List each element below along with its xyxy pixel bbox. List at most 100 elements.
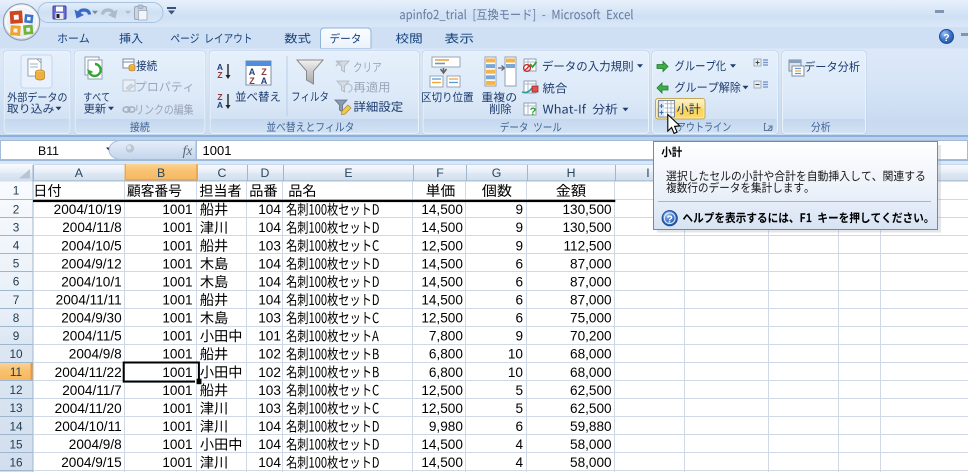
svg-text:12,500: 12,500 xyxy=(421,238,463,253)
svg-text:6: 6 xyxy=(515,419,523,434)
svg-text:87,000: 87,000 xyxy=(570,274,612,289)
svg-text:103: 103 xyxy=(258,238,281,253)
svg-text:?: ? xyxy=(943,32,949,44)
svg-text:2004/11/22: 2004/11/22 xyxy=(55,365,122,380)
svg-text:2004/10/5: 2004/10/5 xyxy=(61,238,121,253)
svg-text:F: F xyxy=(436,166,444,180)
svg-text:103: 103 xyxy=(258,401,281,416)
svg-text:104: 104 xyxy=(258,455,281,470)
svg-text:14,500: 14,500 xyxy=(421,292,463,307)
svg-text:2004/11/20: 2004/11/20 xyxy=(55,401,122,416)
svg-text:2004/9/8: 2004/9/8 xyxy=(69,347,122,362)
svg-text:2004/10/1: 2004/10/1 xyxy=(61,274,121,289)
svg-text:103: 103 xyxy=(258,383,281,398)
svg-text:E: E xyxy=(344,166,352,180)
svg-text:12,500: 12,500 xyxy=(421,311,463,326)
svg-text:A: A xyxy=(75,166,84,180)
svg-text:fx: fx xyxy=(183,143,193,158)
svg-text:6: 6 xyxy=(515,274,523,289)
svg-text:1001: 1001 xyxy=(162,238,192,253)
svg-text:6,800: 6,800 xyxy=(429,365,463,380)
svg-text:1001: 1001 xyxy=(162,311,192,326)
svg-text:D: D xyxy=(261,166,270,180)
svg-text:6: 6 xyxy=(515,256,523,271)
svg-text:B11: B11 xyxy=(38,144,59,158)
svg-text:15: 15 xyxy=(9,437,23,451)
svg-text:59,880: 59,880 xyxy=(570,419,612,434)
svg-text:9: 9 xyxy=(515,220,523,235)
svg-text:9: 9 xyxy=(515,329,523,344)
svg-text:10: 10 xyxy=(9,347,23,361)
svg-text:9: 9 xyxy=(515,202,523,217)
svg-text:6,800: 6,800 xyxy=(429,347,463,362)
svg-text:2004/11/7: 2004/11/7 xyxy=(62,383,121,398)
svg-text:2004/10/19: 2004/10/19 xyxy=(54,202,122,217)
svg-text:62,500: 62,500 xyxy=(570,383,612,398)
svg-text:Z: Z xyxy=(217,70,222,80)
svg-text:2004/9/15: 2004/9/15 xyxy=(61,455,121,470)
svg-text:104: 104 xyxy=(258,256,281,271)
svg-text:C: C xyxy=(218,166,227,180)
svg-text:6: 6 xyxy=(515,311,523,326)
svg-text:130,500: 130,500 xyxy=(562,202,612,217)
svg-text:12: 12 xyxy=(9,383,22,397)
svg-text:87,000: 87,000 xyxy=(570,256,612,271)
svg-text:5: 5 xyxy=(515,401,523,416)
svg-text:104: 104 xyxy=(258,274,281,289)
svg-text:5: 5 xyxy=(13,257,20,271)
svg-text:12,500: 12,500 xyxy=(421,383,463,398)
svg-text:1001: 1001 xyxy=(162,202,192,217)
svg-text:1001: 1001 xyxy=(162,383,192,398)
svg-text:7,800: 7,800 xyxy=(429,329,463,344)
svg-text:102: 102 xyxy=(258,347,281,362)
svg-text:10: 10 xyxy=(508,347,524,362)
svg-text:102: 102 xyxy=(258,365,281,380)
svg-text:G: G xyxy=(492,166,502,180)
svg-text:1001: 1001 xyxy=(162,329,192,344)
svg-text:104: 104 xyxy=(258,220,281,235)
svg-text:68,000: 68,000 xyxy=(570,347,612,362)
svg-text:104: 104 xyxy=(258,437,281,452)
svg-text:103: 103 xyxy=(258,311,281,326)
svg-text:6: 6 xyxy=(515,292,523,307)
svg-text:?: ? xyxy=(530,106,537,118)
svg-text:1001: 1001 xyxy=(162,220,192,235)
svg-text:2004/9/30: 2004/9/30 xyxy=(61,311,122,326)
svg-text:H: H xyxy=(567,166,576,180)
svg-text:68,000: 68,000 xyxy=(570,365,612,380)
svg-text:2004/10/11: 2004/10/11 xyxy=(55,419,122,434)
svg-text:7: 7 xyxy=(13,293,20,307)
svg-text:104: 104 xyxy=(258,202,281,217)
svg-text:4: 4 xyxy=(515,437,523,452)
svg-text:14,500: 14,500 xyxy=(421,455,463,470)
svg-text:2004/9/12: 2004/9/12 xyxy=(61,256,121,271)
svg-text:14,500: 14,500 xyxy=(421,256,463,271)
svg-text:1001: 1001 xyxy=(162,365,192,380)
svg-text:1: 1 xyxy=(13,184,20,198)
svg-text:?: ? xyxy=(666,213,672,225)
svg-text:2004/11/5: 2004/11/5 xyxy=(62,329,121,344)
svg-text:4: 4 xyxy=(515,455,523,470)
svg-text:14,500: 14,500 xyxy=(421,437,463,452)
svg-text:1001: 1001 xyxy=(203,143,232,158)
svg-text:75,000: 75,000 xyxy=(570,311,612,326)
svg-text:1001: 1001 xyxy=(162,274,192,289)
svg-text:11: 11 xyxy=(10,365,22,379)
svg-text:A: A xyxy=(261,76,268,86)
svg-text:16: 16 xyxy=(9,455,23,469)
svg-text:6: 6 xyxy=(13,275,20,289)
svg-text:Z: Z xyxy=(249,76,255,86)
svg-text:12,500: 12,500 xyxy=(421,401,463,416)
svg-text:14,500: 14,500 xyxy=(421,274,463,289)
svg-text:1001: 1001 xyxy=(162,347,192,362)
svg-text:1001: 1001 xyxy=(162,401,192,416)
svg-text:B: B xyxy=(157,166,165,180)
svg-text:58,000: 58,000 xyxy=(570,455,612,470)
svg-text:14,500: 14,500 xyxy=(421,220,463,235)
svg-text:62,500: 62,500 xyxy=(570,401,612,416)
svg-text:5: 5 xyxy=(515,383,523,398)
svg-text:1001: 1001 xyxy=(162,292,192,307)
svg-text:104: 104 xyxy=(258,419,281,434)
svg-text:130,500: 130,500 xyxy=(562,220,612,235)
svg-text:8: 8 xyxy=(13,311,20,325)
